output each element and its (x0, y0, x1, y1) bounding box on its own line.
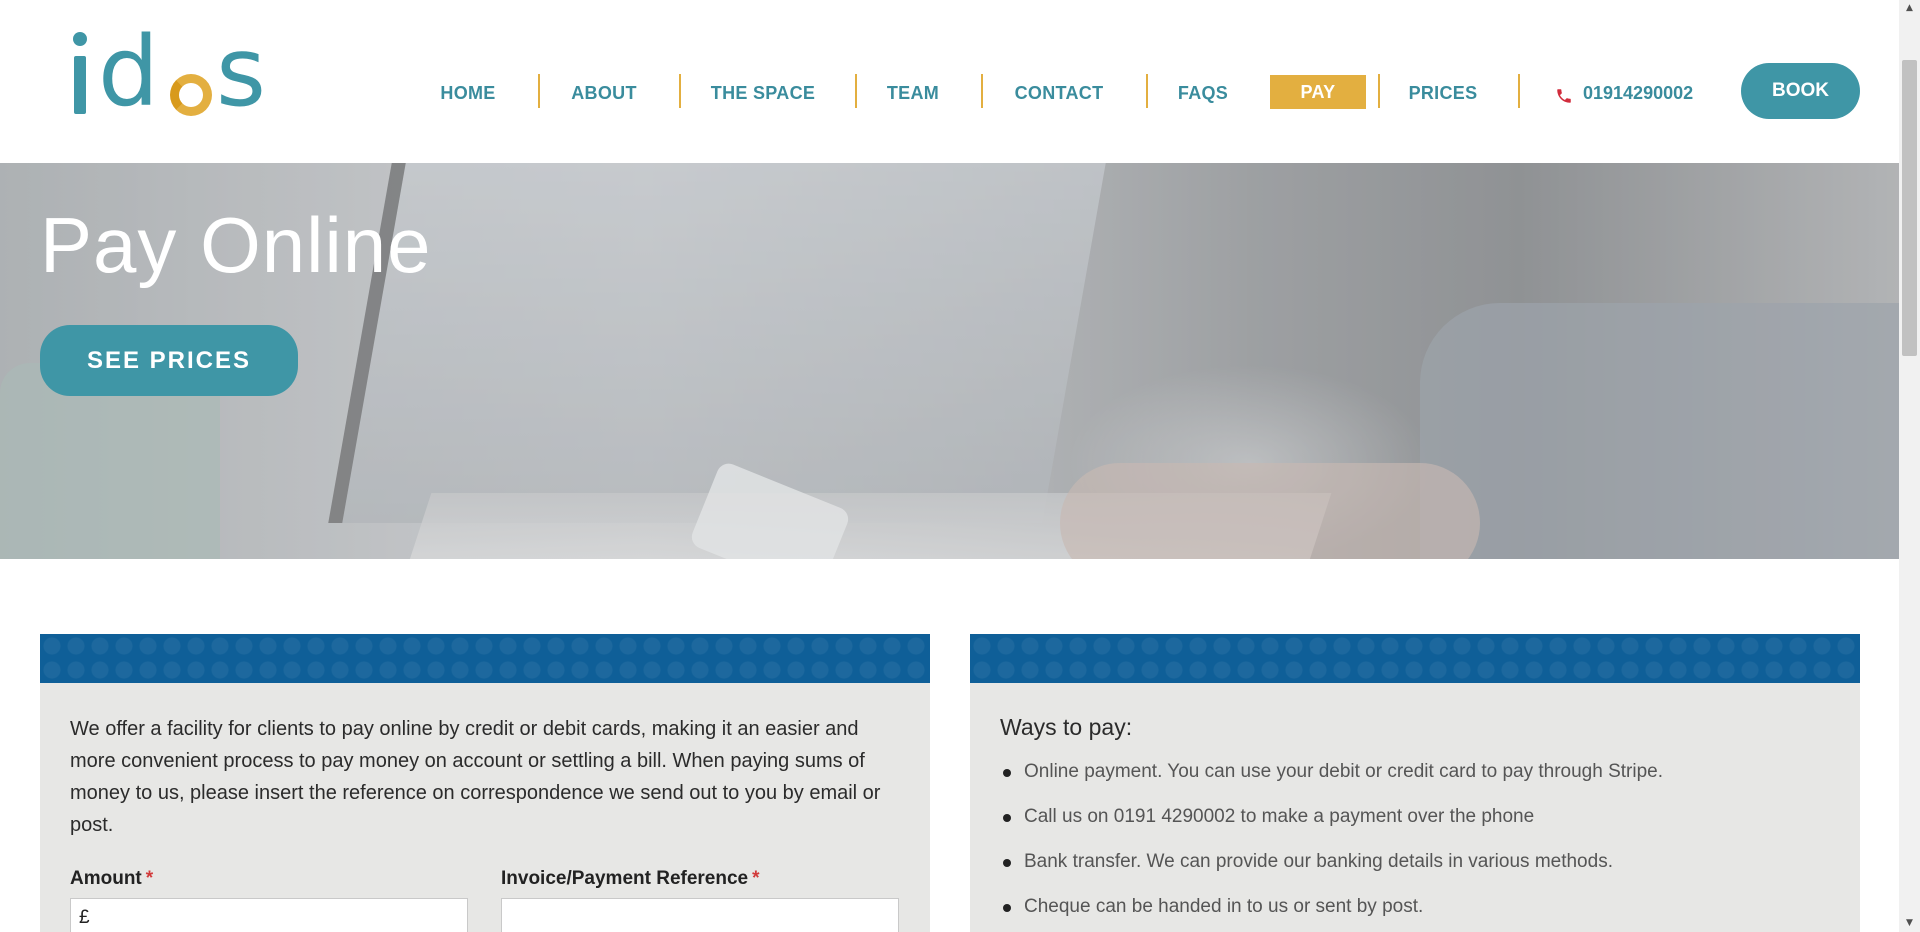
panel-header-band (970, 634, 1860, 683)
list-item: Call us on 0191 4290002 to make a paymen… (1000, 802, 1663, 847)
bullet-icon (1003, 904, 1011, 912)
bullet-icon (1003, 769, 1011, 777)
page-scrollbar[interactable]: ▲ ▼ (1899, 0, 1920, 932)
amount-label-text: Amount (70, 868, 142, 889)
nav-divider (1378, 74, 1380, 108)
bullet-icon (1003, 859, 1011, 867)
nav-home[interactable]: HOME (428, 78, 508, 108)
nav-prices[interactable]: PRICES (1400, 78, 1486, 108)
nav-pay[interactable]: PAY (1270, 75, 1366, 109)
scroll-up-arrow-icon[interactable]: ▲ (1899, 0, 1920, 17)
page-title: Pay Online (40, 201, 432, 289)
nav-divider (538, 74, 540, 108)
list-item: Bank transfer. We can provide our bankin… (1000, 847, 1663, 892)
panel-header-band (40, 634, 930, 683)
logo-i-stem (74, 56, 86, 114)
list-item: Online payment. You can use your debit o… (1000, 757, 1663, 802)
book-button[interactable]: BOOK (1741, 63, 1860, 119)
nav-divider (1146, 74, 1148, 108)
amount-input[interactable]: £ (70, 898, 468, 932)
list-item-text: Cheque can be handed in to us or sent by… (1024, 896, 1424, 917)
required-marker: * (145, 868, 154, 889)
phone-link[interactable]: 01914290002 (1555, 78, 1693, 108)
logo-i-dot (73, 32, 87, 46)
bullet-icon (1003, 814, 1011, 822)
idos-logo[interactable]: d s (70, 22, 280, 122)
amount-label: Amount * (70, 868, 153, 890)
logo-letter-d: d (98, 16, 159, 128)
reference-label: Invoice/Payment Reference * (501, 868, 760, 890)
nav-team[interactable]: TEAM (876, 78, 950, 108)
list-item-text: Bank transfer. We can provide our bankin… (1024, 851, 1613, 872)
nav-about[interactable]: ABOUT (560, 78, 648, 108)
ways-to-pay-panel: Ways to pay: Online payment. You can use… (970, 634, 1860, 932)
scrollbar-thumb[interactable] (1902, 60, 1917, 356)
reference-label-text: Invoice/Payment Reference (501, 868, 749, 889)
payment-panel: We offer a facility for clients to pay o… (40, 634, 930, 932)
scroll-down-arrow-icon[interactable]: ▼ (1899, 915, 1920, 932)
list-item-text: Online payment. You can use your debit o… (1024, 761, 1663, 782)
list-item-text: Call us on 0191 4290002 to make a paymen… (1024, 806, 1535, 827)
site-header: d s HOME ABOUT THE SPACE TEAM CONTACT FA… (0, 0, 1899, 163)
nav-faqs[interactable]: FAQS (1168, 78, 1238, 108)
payment-intro-text: We offer a facility for clients to pay o… (70, 718, 881, 836)
nav-divider (679, 74, 681, 108)
reference-input[interactable] (501, 898, 899, 932)
ways-to-pay-title: Ways to pay: (1000, 714, 1133, 740)
required-marker: * (752, 868, 760, 889)
nav-the-space[interactable]: THE SPACE (700, 78, 826, 108)
logo-letter-s: s (216, 16, 267, 128)
list-item: Cheque can be handed in to us or sent by… (1000, 892, 1663, 932)
nav-divider (1518, 74, 1520, 108)
nav-contact[interactable]: CONTACT (1002, 78, 1116, 108)
nav-divider (981, 74, 983, 108)
logo-o-ring (170, 74, 212, 116)
ways-to-pay-list: Online payment. You can use your debit o… (1000, 757, 1663, 932)
phone-number: 01914290002 (1583, 83, 1694, 103)
nav-divider (855, 74, 857, 108)
phone-icon (1555, 84, 1573, 103)
see-prices-button[interactable]: SEE PRICES (40, 325, 298, 396)
